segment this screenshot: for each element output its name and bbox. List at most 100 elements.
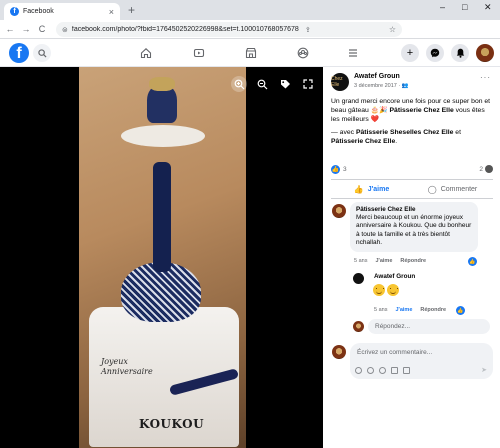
reply-like-badge-icon[interactable]: 👍 [456, 306, 465, 315]
reactions-row: 👍 3 2 [331, 164, 493, 174]
search-icon [37, 48, 47, 58]
composer-avatar [332, 345, 346, 359]
post-text-part: — avec [331, 129, 356, 136]
emoji-icon[interactable] [367, 367, 374, 374]
divider [331, 198, 493, 199]
browser-tab-bar: f Facebook × + – □ ✕ [0, 0, 500, 20]
avatar-sticker-icon[interactable] [355, 367, 362, 374]
maximize-icon[interactable]: □ [462, 2, 467, 12]
menu-icon[interactable] [346, 46, 360, 60]
comment-icon: ◯ [427, 184, 437, 194]
comment-like-badge-icon[interactable]: 👍 [468, 257, 477, 266]
tab-close-icon[interactable]: × [109, 7, 114, 17]
fullscreen-icon[interactable] [300, 76, 316, 92]
smile-emoji-icon [387, 284, 399, 296]
comments-count: 2 [479, 165, 483, 173]
reply-time[interactable]: 5 ans [374, 307, 387, 313]
facebook-favicon-icon: f [10, 7, 19, 16]
cake-name-text: KOUKOU [139, 417, 205, 431]
tagged-page-link[interactable]: Pâtisserie Chez Elle [390, 107, 454, 114]
comment-author[interactable]: Pâtisserie Chez Elle [356, 206, 472, 213]
messenger-button[interactable] [426, 44, 444, 62]
comment-reply-link[interactable]: Répondre [400, 258, 426, 264]
like-button-label: J'aime [367, 185, 390, 193]
reply-avatar[interactable] [353, 273, 364, 284]
post-text-part: . [395, 138, 398, 145]
reload-icon[interactable]: C [36, 24, 48, 34]
facebook-logo-icon[interactable]: f [9, 43, 29, 63]
cake-hookah-tray [121, 125, 205, 147]
reply-emojis [373, 283, 401, 301]
reply-like-link[interactable]: J'aime [395, 307, 412, 313]
like-reaction-icon: 👍 [331, 164, 340, 174]
new-tab-button[interactable]: + [128, 3, 135, 17]
post-date-text: 3 décembre 2017 · [354, 83, 402, 89]
comment-time[interactable]: 5 ans [354, 258, 367, 264]
messenger-icon [430, 48, 440, 58]
divider [331, 179, 493, 180]
share-icon[interactable]: ⇪ [305, 26, 311, 34]
post-tags-line: — avec Pâtisserie Sheselles Chez Elle et… [331, 128, 493, 146]
comment-bubble: Pâtisserie Chez Elle Merci beaucoup et u… [350, 202, 478, 252]
tagged-page-link[interactable]: Pâtisserie Sheselles Chez Elle [356, 129, 453, 136]
author-avatar[interactable]: Chez Elle [331, 73, 349, 91]
like-button[interactable]: 👍 J'aime [331, 182, 412, 196]
sticker-icon[interactable] [403, 367, 410, 374]
composer-tools [355, 367, 410, 374]
comment-like-link[interactable]: J'aime [375, 258, 392, 264]
post-panel: Chez Elle Awatef Groun 3 décembre 2017 ·… [323, 67, 500, 448]
video-icon[interactable] [192, 46, 206, 60]
bell-icon [456, 48, 464, 58]
profile-avatar[interactable] [476, 44, 494, 62]
search-button[interactable] [33, 44, 51, 62]
minimize-icon[interactable]: – [440, 2, 445, 12]
more-options-icon[interactable]: ··· [480, 73, 491, 82]
reply-reply-link[interactable]: Répondre [420, 307, 446, 313]
post-date[interactable]: 3 décembre 2017 · 👥 [354, 83, 409, 89]
zoom-out-icon[interactable] [254, 76, 270, 92]
cake-script-text: Joyeux Anniversaire [101, 357, 153, 377]
comment-input[interactable]: Écrivez un commentaire... ➤ [350, 343, 493, 379]
comment-avatar[interactable] [332, 204, 346, 218]
send-icon[interactable]: ➤ [481, 366, 487, 374]
url-input[interactable]: ⊜ facebook.com/photo/?fbid=1764502520226… [56, 22, 402, 37]
window-close-icon[interactable]: ✕ [484, 2, 492, 13]
marketplace-icon[interactable] [244, 46, 258, 60]
reply-author[interactable]: Awatef Groun [374, 273, 415, 280]
url-text: facebook.com/photo/?fbid=176450252022699… [71, 26, 299, 33]
groups-icon[interactable] [296, 46, 310, 60]
comment-placeholder: Écrivez un commentaire... [357, 349, 433, 356]
zoom-in-icon[interactable] [231, 76, 247, 92]
tag-icon[interactable] [277, 76, 293, 92]
browser-tab[interactable]: f Facebook × [4, 3, 120, 20]
comment-button-label: Commenter [440, 185, 478, 193]
cake-script-line-1: Joyeux [101, 357, 128, 366]
reactions-count[interactable]: 3 [343, 166, 347, 173]
cake-hookah-top [149, 77, 175, 91]
cake-script-line-2: Anniversaire [101, 367, 153, 376]
tab-title: Facebook [23, 8, 54, 15]
post-author-name[interactable]: Awatef Groun [354, 73, 400, 80]
tagged-page-link[interactable]: Pâtisserie Chez Elle [331, 138, 395, 145]
gif-icon[interactable] [391, 367, 398, 374]
post-text: Un grand merci encore une fois pour ce s… [331, 97, 493, 146]
comment-button[interactable]: ◯ Commenter [412, 182, 493, 196]
home-icon[interactable] [139, 46, 153, 60]
comments-summary[interactable]: 2 [479, 165, 493, 173]
reply-input[interactable]: Répondez... [368, 319, 490, 334]
smile-emoji-icon [373, 284, 385, 296]
back-icon[interactable]: ← [4, 24, 16, 34]
post-actions: 👍 J'aime ◯ Commenter [331, 182, 493, 196]
cake-hookah-stem [153, 162, 171, 272]
reply-meta: 5 ans J'aime Répondre [374, 307, 446, 313]
thumbs-up-icon: 👍 [353, 184, 364, 194]
create-button[interactable]: + [401, 44, 419, 62]
camera-icon[interactable] [379, 367, 386, 374]
reply-placeholder: Répondez... [375, 323, 411, 330]
bookmark-star-icon[interactable]: ☆ [389, 25, 396, 34]
photo-viewer: Joyeux Anniversaire KOUKOU [0, 67, 323, 448]
notifications-button[interactable] [451, 44, 469, 62]
forward-icon[interactable]: → [20, 24, 32, 34]
site-info-icon[interactable]: ⊜ [62, 26, 68, 34]
address-bar-row: ← → C ⊜ facebook.com/photo/?fbid=1764502… [0, 20, 500, 53]
